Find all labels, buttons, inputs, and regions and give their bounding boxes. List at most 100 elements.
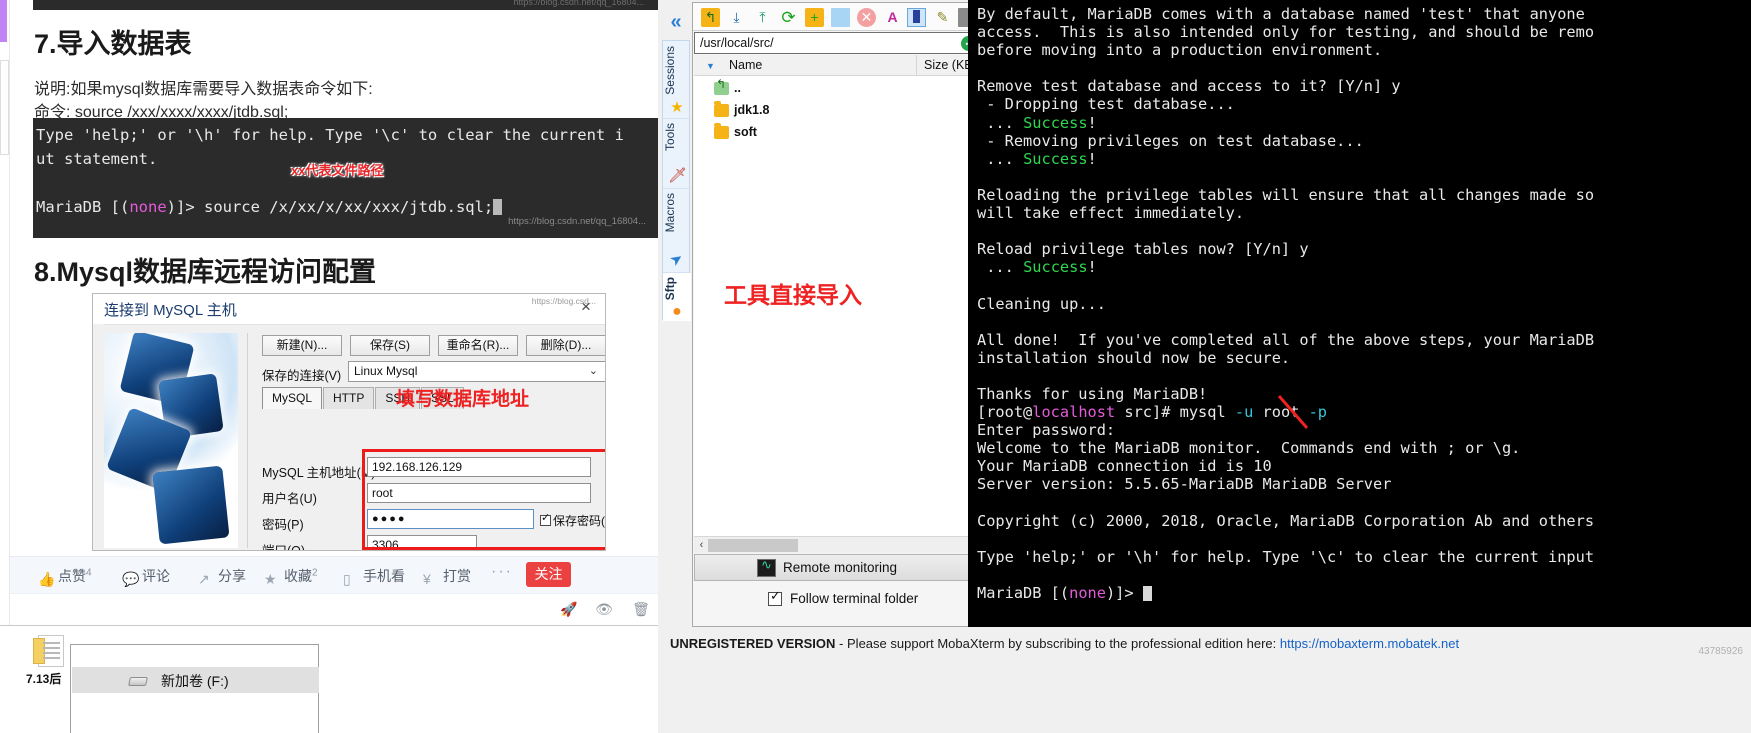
star-icon: ★ (264, 571, 277, 587)
reward-label: 打赏 (443, 568, 471, 584)
delete-icon[interactable]: ✕ (857, 8, 876, 27)
drive-context-menu: 新加卷 (F:) (70, 644, 319, 733)
remote-monitoring-button[interactable]: Remote monitoring (694, 554, 981, 581)
column-header-size[interactable]: Size (KB (924, 58, 973, 72)
sftp-path-bar[interactable]: /usr/local/src/ ✓ (694, 32, 981, 54)
thumbs-up-icon: 👍 (38, 571, 56, 587)
share-button[interactable]: ↗ 分享 (198, 566, 246, 587)
mobile-view-button[interactable]: ▯ 手机看 (343, 566, 405, 587)
folder-icon (714, 123, 729, 139)
tools-knife-icon: 🗡 (668, 167, 688, 184)
comment-button[interactable]: 💬 评论 (122, 566, 170, 587)
text-edit-icon[interactable]: A (883, 8, 902, 27)
follow-terminal-folder-label: Follow terminal folder (790, 591, 919, 606)
sftp-toolbar: ↰ ⤓ ⤒ ⟳ + ✕ A ✎ (693, 3, 980, 31)
magic-wand-icon[interactable]: ✎ (933, 8, 952, 27)
new-connection-button[interactable]: 新建(N)... (262, 335, 342, 356)
folder-up-icon[interactable]: ↰ (701, 8, 720, 27)
follow-terminal-folder-checkbox[interactable]: Follow terminal folder (694, 588, 981, 613)
sftp-browser-panel: ↰ ⤓ ⤒ ⟳ + ✕ A ✎ /usr/local/src/ ✓ ▼ Name… (692, 2, 981, 627)
terminal-prompt-line: MariaDB [(none)]> (977, 584, 1751, 602)
upload-icon[interactable]: ⤒ (753, 8, 772, 27)
tab-mysql[interactable]: MySQL (262, 387, 323, 409)
scrollbar-thumb[interactable] (708, 539, 798, 552)
watermark-top: https://blog.csdn.net/qq_16804... (513, 0, 644, 7)
list-item[interactable]: .. (694, 77, 981, 98)
list-item[interactable]: jdk1.8 (694, 101, 981, 120)
refresh-icon[interactable]: ⟳ (779, 8, 798, 27)
favorite-count: 2 (312, 567, 318, 579)
delete-connection-button[interactable]: 删除(D)... (526, 335, 605, 356)
eye-icon[interactable]: 👁 (595, 600, 613, 618)
more-options-icon[interactable]: ··· (491, 563, 513, 581)
sidebar-item-sftp[interactable]: Sftp ● (663, 273, 691, 321)
new-folder-icon[interactable]: + (805, 8, 824, 27)
flag-u: -u (1234, 403, 1254, 422)
terminal-line: - Removing privileges on test database..… (977, 131, 1364, 150)
heading-remote-access-config: 8.Mysql数据库远程访问配置 (34, 257, 377, 287)
success-text: Success (1023, 258, 1088, 277)
trash-icon[interactable]: 🗑 (632, 600, 650, 618)
download-icon[interactable]: ⤓ (727, 8, 746, 27)
follow-button[interactable]: 关注 (526, 562, 571, 587)
remote-monitoring-label: Remote monitoring (783, 560, 898, 575)
favorite-label: 收藏 (284, 568, 312, 584)
browser-blog-pane: https://blog.csdn.net/qq_16804... 7.导入数据… (0, 0, 658, 733)
comment-icon: 💬 (122, 571, 140, 587)
sort-descending-icon[interactable]: ▼ (706, 61, 715, 71)
rename-connection-button[interactable]: 重命名(R)... (438, 335, 518, 356)
terminal-line: Cleaning up... (977, 294, 1106, 313)
password-label: 密码(P) (262, 518, 304, 532)
saved-connection-select[interactable]: Linux Mysql ⌄ (348, 361, 605, 382)
desktop-peek-area: 7.13后 新加卷 (F:) (0, 625, 658, 733)
scroll-left-icon[interactable]: ‹ (695, 538, 708, 553)
sidebar-item-sessions[interactable]: Sessions ★ (663, 41, 691, 119)
favorite-button[interactable]: ★ 收藏2 (264, 566, 318, 587)
sftp-horizontal-scrollbar[interactable]: ‹ › (694, 536, 981, 553)
terminal-line: access. This is also intended only for t… (977, 23, 1595, 42)
save-connection-button[interactable]: 保存(S) (350, 335, 430, 356)
terminal-line: ... Success! (977, 258, 1097, 277)
star-icon: ★ (670, 99, 684, 116)
mobaxterm-link[interactable]: https://mobaxterm.mobatek.net (1280, 636, 1459, 651)
like-button[interactable]: 👍 点赞4 (38, 566, 92, 587)
dialog-title: 连接到 MySQL 主机 (104, 302, 237, 319)
host-label: MySQL 主机地址(M) (262, 466, 376, 480)
phone-icon: ▯ (343, 571, 351, 587)
list-item[interactable]: soft (694, 123, 981, 142)
terminal-line: Enter password: (977, 421, 1116, 440)
file-name: jdk1.8 (734, 103, 770, 117)
terminal-line: will take effect immediately. (977, 204, 1245, 223)
sidebar-item-tools[interactable]: Tools 🗡 (663, 119, 691, 189)
sidebar-label-tools: Tools (663, 123, 677, 152)
sidebar-label-sftp: Sftp (663, 277, 677, 301)
terminal-line: Welcome to the MariaDB monitor. Commands… (977, 439, 1521, 458)
mobaxterm-window: « Sessions ★ Tools 🗡 Macros ➤ Sftp ● ↰ ⤓… (658, 0, 1751, 733)
sidebar-item-macros[interactable]: Macros ➤ (663, 189, 691, 273)
prompt-db-name: none (1069, 584, 1106, 602)
terminal-line: Remove test database and access to it? [… (977, 77, 1401, 96)
mobaxterm-terminal[interactable]: By default, MariaDB comes with a databas… (968, 0, 1751, 627)
tab-http[interactable]: HTTP (323, 387, 375, 409)
success-text: Success (1023, 149, 1088, 168)
heading-import-tables: 7.导入数据表 (34, 29, 192, 59)
rocket-icon[interactable]: 🚀 (560, 600, 578, 618)
collapse-sidebar-icon[interactable]: « (662, 9, 690, 35)
column-header-name[interactable]: Name (729, 58, 762, 72)
globe-icon: ● (672, 303, 682, 320)
terminal-line: By default, MariaDB comes with a databas… (977, 5, 1585, 23)
annotation-tool-import: 工具直接导入 (724, 282, 862, 308)
desktop-folder-icon[interactable] (33, 635, 64, 667)
dash-separator: - (839, 636, 844, 651)
column-view-icon[interactable] (907, 8, 926, 27)
context-menu-item-new-volume[interactable]: 新加卷 (F:) (161, 671, 229, 691)
watermark-id: 43785926 (1698, 646, 1744, 657)
drive-icon (128, 677, 148, 686)
reward-button[interactable]: ¥ 打赏 (423, 566, 471, 587)
new-file-icon[interactable] (831, 8, 850, 27)
dialog-body: 新建(N)... 保存(S) 重命名(R)... 删除(D)... 保存的连接(… (104, 324, 605, 550)
paragraph-description: 说明:如果mysql数据库需要导入数据表命令如下: (34, 81, 373, 98)
